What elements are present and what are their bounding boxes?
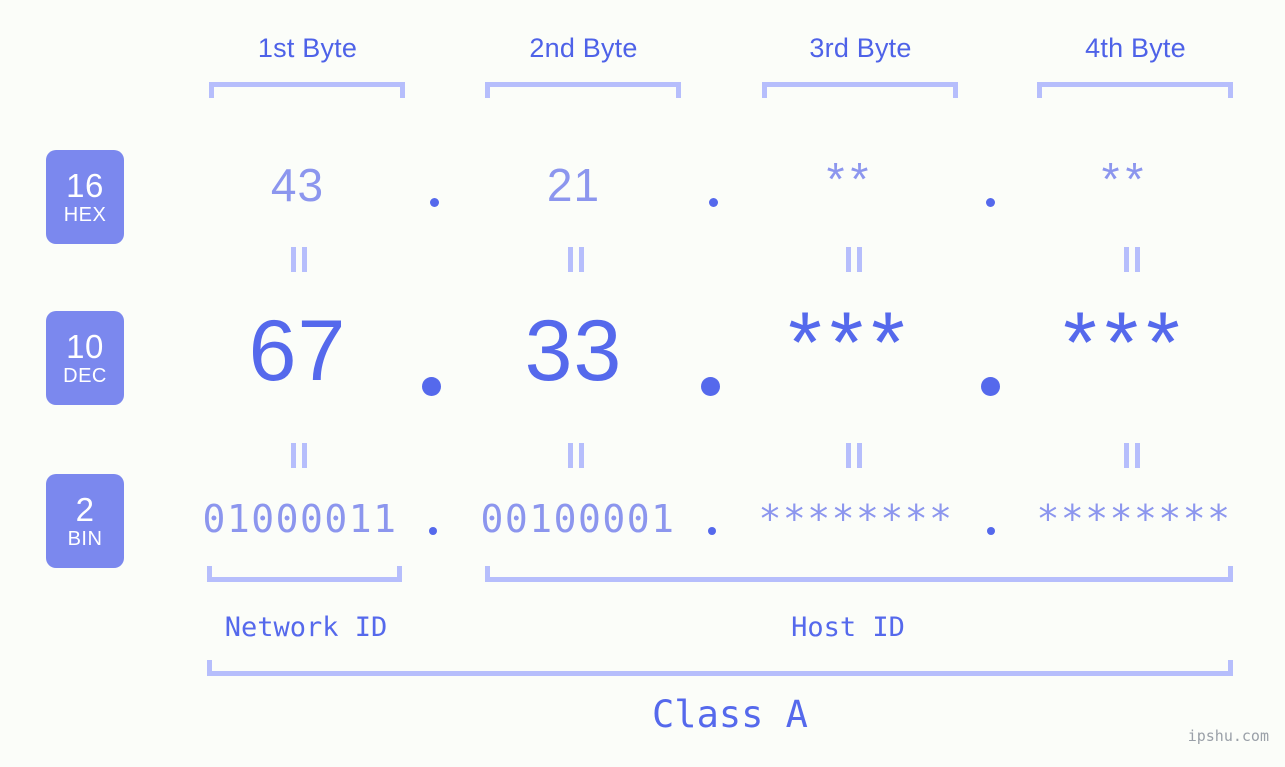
byte-header-4: 4th Byte — [1085, 33, 1186, 63]
equals-mark-hex-dec-2 — [568, 247, 586, 272]
radix-badge-bin: 2 BIN — [46, 474, 124, 568]
radix-badge-bin-number: 2 — [75, 491, 95, 528]
bin-value-byte-2: 00100001 — [480, 497, 676, 541]
equals-mark-dec-bin-4 — [1124, 443, 1142, 468]
class-bracket — [207, 660, 1233, 676]
bin-separator-dot-1 — [429, 527, 437, 535]
equals-mark-dec-bin-2 — [568, 443, 586, 468]
ip-breakdown-diagram: 1st Byte 2nd Byte 3rd Byte 4th Byte 16 H… — [0, 0, 1285, 767]
radix-badge-hex-number: 16 — [66, 167, 104, 204]
radix-badge-bin-abbr: BIN — [67, 528, 103, 550]
bin-separator-dot-2 — [708, 527, 716, 535]
bin-value-byte-4: ******** — [1036, 497, 1232, 541]
radix-badge-dec-number: 10 — [66, 328, 104, 365]
host-id-label: Host ID — [791, 612, 905, 643]
host-id-bracket — [485, 566, 1233, 582]
radix-badge-dec: 10 DEC — [46, 311, 124, 405]
radix-badge-hex: 16 HEX — [46, 150, 124, 244]
radix-badge-dec-abbr: DEC — [63, 365, 107, 387]
hex-value-byte-3: ** — [826, 153, 875, 205]
bin-value-byte-3: ******** — [758, 497, 954, 541]
dec-separator-dot-1 — [422, 377, 441, 396]
radix-badge-hex-abbr: HEX — [63, 204, 107, 226]
dec-value-byte-3: *** — [788, 295, 913, 391]
hex-separator-dot-1 — [430, 198, 439, 207]
equals-mark-dec-bin-3 — [846, 443, 864, 468]
equals-mark-dec-bin-1 — [291, 443, 309, 468]
dec-value-byte-2: 33 — [524, 303, 623, 399]
bin-value-byte-1: 01000011 — [202, 497, 398, 541]
hex-value-byte-1: 43 — [270, 159, 325, 211]
byte-bracket-4 — [1037, 82, 1233, 98]
hex-separator-dot-3 — [986, 198, 995, 207]
byte-bracket-2 — [485, 82, 681, 98]
dec-separator-dot-2 — [701, 377, 720, 396]
network-id-bracket — [207, 566, 402, 582]
hex-value-byte-4: ** — [1101, 153, 1150, 205]
equals-mark-hex-dec-1 — [291, 247, 309, 272]
network-id-label: Network ID — [224, 612, 388, 643]
dec-value-byte-4: *** — [1063, 295, 1188, 391]
hex-value-byte-2: 21 — [546, 159, 601, 211]
byte-header-3: 3rd Byte — [809, 33, 912, 63]
equals-mark-hex-dec-3 — [846, 247, 864, 272]
equals-mark-hex-dec-4 — [1124, 247, 1142, 272]
dec-value-byte-1: 67 — [248, 303, 347, 399]
byte-header-1: 1st Byte — [257, 33, 358, 63]
bin-separator-dot-3 — [987, 527, 995, 535]
site-watermark: ipshu.com — [1187, 727, 1269, 745]
byte-bracket-1 — [209, 82, 405, 98]
class-label: Class A — [652, 693, 808, 736]
byte-header-2: 2nd Byte — [529, 33, 638, 63]
byte-bracket-3 — [762, 82, 958, 98]
hex-separator-dot-2 — [709, 198, 718, 207]
dec-separator-dot-3 — [981, 377, 1000, 396]
